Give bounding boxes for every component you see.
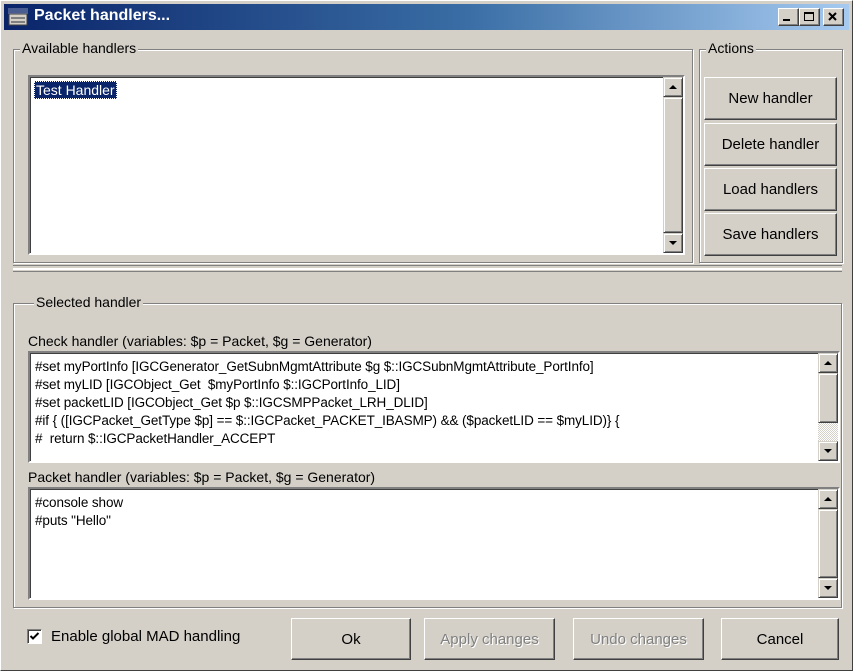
arrow-up-icon [669, 85, 677, 89]
app-icon [8, 8, 28, 26]
packet-handlers-window: Packet handlers... Available handlers Te… [0, 0, 853, 671]
checkmark-icon [29, 632, 40, 640]
code-line: #puts "Hello" [35, 513, 111, 528]
scroll-up-button[interactable] [663, 77, 683, 97]
minimize-icon [783, 19, 790, 21]
list-item[interactable]: Test Handler [34, 81, 117, 99]
code-line: #set myLID [IGCObject_Get $myPortInfo $:… [35, 377, 400, 392]
packet-handler-scrollbar[interactable] [818, 489, 838, 598]
scroll-thumb[interactable] [818, 509, 838, 578]
packet-handler-text[interactable]: #console show #puts "Hello" [35, 494, 814, 596]
scroll-up-button[interactable] [818, 489, 838, 509]
check-handler-editor[interactable]: #set myPortInfo [IGCGenerator_GetSubnMgm… [28, 351, 840, 463]
cancel-button[interactable]: Cancel [721, 618, 839, 660]
maximize-icon [804, 12, 814, 21]
code-line: #if { ([IGCPacket_GetType $p] == $::IGCP… [35, 413, 620, 428]
splitter-edge [13, 269, 842, 272]
title-bar[interactable]: Packet handlers... [4, 4, 849, 30]
minimize-button[interactable] [778, 8, 799, 26]
packet-handler-editor[interactable]: #console show #puts "Hello" [28, 487, 840, 600]
load-handlers-button[interactable]: Load handlers [704, 168, 837, 211]
check-handler-label: Check handler (variables: $p = Packet, $… [28, 333, 372, 349]
handlers-listbox[interactable]: Test Handler [28, 75, 685, 255]
code-line: #set packetLID [IGCObject_Get $p $::IGCS… [35, 395, 428, 410]
actions-label: Actions [706, 40, 756, 56]
scroll-down-button[interactable] [818, 441, 838, 461]
check-handler-text[interactable]: #set myPortInfo [IGCGenerator_GetSubnMgm… [35, 358, 814, 459]
scroll-thumb[interactable] [663, 97, 683, 233]
scroll-down-button[interactable] [663, 233, 683, 253]
new-handler-button[interactable]: New handler [704, 77, 837, 120]
close-button[interactable] [823, 8, 844, 26]
enable-global-mad-label[interactable]: Enable global MAD handling [51, 628, 240, 645]
selected-handler-label: Selected handler [34, 294, 144, 310]
enable-global-mad-checkbox[interactable] [27, 629, 42, 644]
available-handlers-label: Available handlers [20, 40, 139, 56]
check-handler-scrollbar[interactable] [818, 353, 838, 461]
ok-button[interactable]: Ok [291, 618, 411, 660]
close-icon [828, 12, 837, 21]
code-line: # return $::IGCPacketHandler_ACCEPT [35, 431, 276, 446]
save-handlers-button[interactable]: Save handlers [704, 213, 837, 256]
scroll-up-button[interactable] [818, 353, 838, 373]
arrow-up-icon [824, 361, 832, 365]
delete-handler-button[interactable]: Delete handler [704, 123, 837, 166]
scroll-thumb[interactable] [818, 373, 838, 423]
scroll-down-button[interactable] [818, 578, 838, 598]
arrow-down-icon [824, 586, 832, 590]
maximize-button[interactable] [799, 8, 820, 26]
handlers-list-scrollbar[interactable] [663, 77, 683, 253]
packet-handler-label: Packet handler (variables: $p = Packet, … [28, 469, 376, 485]
code-line: #set myPortInfo [IGCGenerator_GetSubnMgm… [35, 359, 594, 374]
apply-changes-button[interactable]: Apply changes [424, 618, 555, 660]
code-line: #console show [35, 495, 124, 510]
arrow-up-icon [824, 497, 832, 501]
arrow-down-icon [669, 241, 677, 245]
arrow-down-icon [824, 449, 832, 453]
window-title: Packet handlers... [34, 7, 171, 24]
undo-changes-button[interactable]: Undo changes [573, 618, 704, 660]
